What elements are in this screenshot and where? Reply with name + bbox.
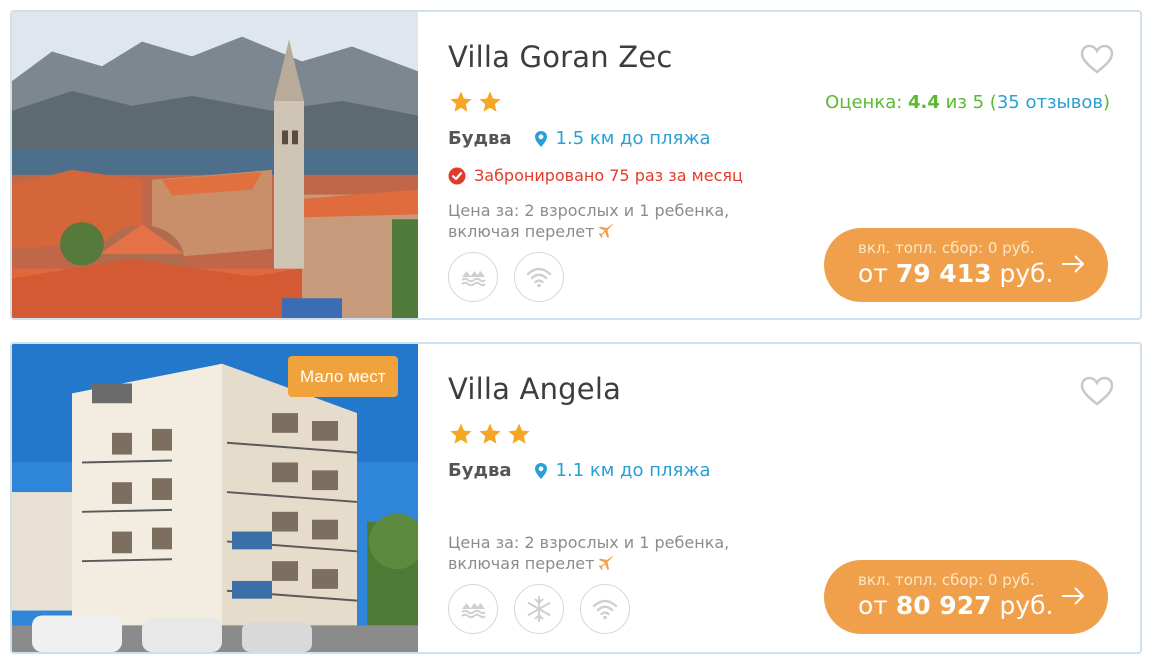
star-icon: [479, 91, 501, 112]
reviews-link[interactable]: 35 отзывов: [997, 92, 1103, 113]
map-pin-icon: [534, 130, 547, 147]
amenities-list: [448, 252, 564, 302]
favorite-heart-icon[interactable]: [1080, 44, 1114, 74]
arrow-right-icon: [1062, 255, 1085, 273]
arrow-right-icon: [1062, 587, 1085, 605]
price-value: от 80 927 руб.: [858, 591, 1053, 620]
amenity-wifi[interactable]: [580, 584, 630, 634]
booked-notice: Забронировано 75 раз за месяц: [448, 166, 743, 185]
wifi-icon: [592, 599, 618, 620]
price-currency: руб.: [991, 259, 1054, 288]
amenity-pool[interactable]: [448, 584, 498, 634]
city-name: Будва: [448, 460, 512, 481]
hotel-photo[interactable]: [12, 12, 418, 318]
star-icon: [508, 423, 530, 444]
fuel-fee-note: вкл. топл. сбор: 0 руб.: [858, 239, 1035, 257]
hotel-name[interactable]: Villa Goran Zec: [448, 40, 673, 74]
map-pin-icon: [534, 462, 547, 479]
price-prefix: от: [858, 591, 896, 620]
price-button[interactable]: вкл. топл. сбор: 0 руб. от 79 413 руб.: [824, 228, 1108, 302]
amenity-air-conditioning[interactable]: [514, 584, 564, 634]
star-icon: [450, 423, 472, 444]
price-note-line1: Цена за: 2 взрослых и 1 ребенка,: [448, 533, 730, 552]
favorite-heart-icon[interactable]: [1080, 376, 1114, 406]
location-row: Будва 1.5 км до пляжа: [448, 128, 711, 149]
check-circle-icon: [448, 167, 466, 184]
fuel-fee-note: вкл. топл. сбор: 0 руб.: [858, 571, 1035, 589]
star-icon: [479, 423, 501, 444]
price-prefix: от: [858, 259, 896, 288]
price-currency: руб.: [991, 591, 1054, 620]
rating-label: Оценка:: [825, 92, 909, 113]
price-note-line2: включая перелет: [448, 554, 595, 573]
hotel-name[interactable]: Villa Angela: [448, 372, 621, 406]
hotel-card[interactable]: Мало мест Villa Angela Будва 1.1 км до п…: [10, 342, 1142, 654]
price-value: от 79 413 руб.: [858, 259, 1053, 288]
star-rating: [448, 90, 503, 114]
snowflake-icon: [527, 596, 551, 622]
price-note: Цена за: 2 взрослых и 1 ребенка, включая…: [448, 200, 729, 242]
price-button[interactable]: вкл. топл. сбор: 0 руб. от 80 927 руб.: [824, 560, 1108, 634]
city-name: Будва: [448, 128, 512, 149]
pool-icon: [461, 271, 486, 287]
star-icon: [450, 91, 472, 112]
price-note: Цена за: 2 взрослых и 1 ребенка, включая…: [448, 532, 729, 574]
beach-distance-link[interactable]: 1.1 км до пляжа: [556, 460, 711, 481]
rating-close: ): [1102, 92, 1110, 113]
price-note-line2: включая перелет: [448, 222, 595, 241]
airplane-icon: [599, 224, 614, 238]
amenity-wifi[interactable]: [514, 252, 564, 302]
star-rating: [448, 422, 532, 446]
booked-text: Забронировано 75 раз за месяц: [474, 166, 743, 185]
rating-score: 4.4: [908, 92, 940, 113]
price-amount: 79 413: [895, 259, 992, 288]
airplane-icon: [599, 556, 614, 570]
pool-icon: [461, 603, 486, 619]
price-amount: 80 927: [895, 591, 992, 620]
guest-rating: Оценка: 4.4 из 5 (35 отзывов): [825, 92, 1110, 113]
price-note-line1: Цена за: 2 взрослых и 1 ребенка,: [448, 201, 730, 220]
few-rooms-badge: Мало мест: [288, 356, 398, 397]
amenity-pool[interactable]: [448, 252, 498, 302]
amenities-list: [448, 584, 630, 634]
hotel-info: Villa Goran Zec Оценка: 4.4 из 5 (35 отз…: [448, 12, 1140, 318]
hotel-photo-image: [12, 12, 418, 318]
rating-scale: из 5 (: [939, 92, 997, 113]
hotel-info: Villa Angela Будва 1.1 км до пляжа Цена …: [448, 344, 1140, 652]
location-row: Будва 1.1 км до пляжа: [448, 460, 711, 481]
wifi-icon: [526, 267, 552, 288]
hotel-card[interactable]: Villa Goran Zec Оценка: 4.4 из 5 (35 отз…: [10, 10, 1142, 320]
beach-distance-link[interactable]: 1.5 км до пляжа: [556, 128, 711, 149]
